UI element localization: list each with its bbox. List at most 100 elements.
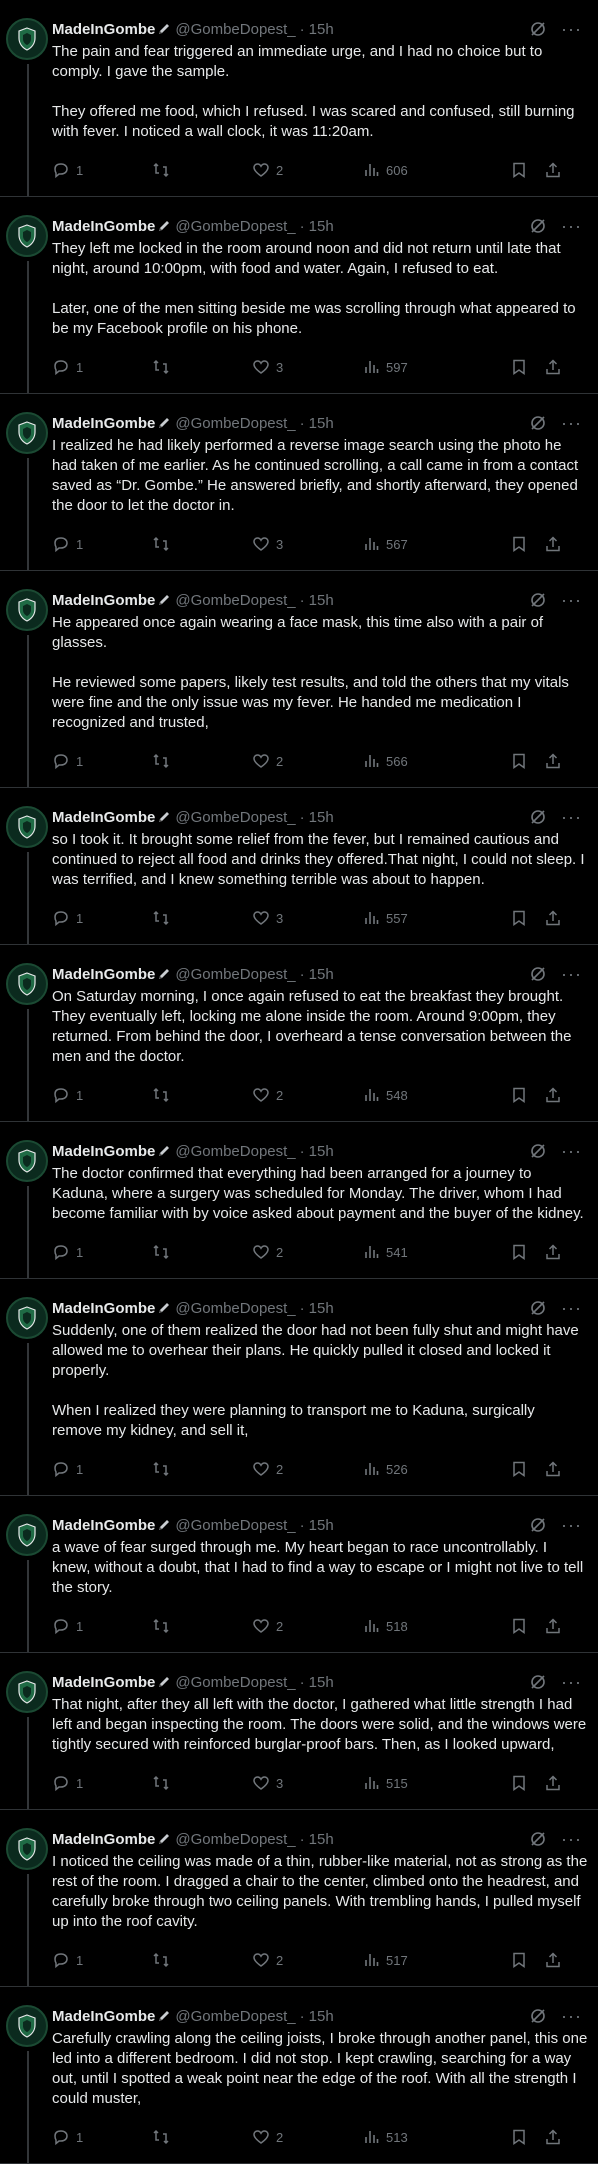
tweet[interactable]: MadeInGombe @GombeDopest_ · 15h ··· a wa…: [0, 1496, 598, 1653]
more-icon[interactable]: ···: [561, 1673, 582, 1691]
bookmark-button[interactable]: [510, 752, 544, 770]
tweet-timestamp[interactable]: 15h: [309, 218, 334, 235]
views-button[interactable]: 513: [362, 2128, 510, 2146]
author-name[interactable]: MadeInGombe: [52, 415, 155, 432]
tweet-timestamp[interactable]: 15h: [309, 966, 334, 983]
bookmark-button[interactable]: [510, 909, 544, 927]
bookmark-button[interactable]: [510, 161, 544, 179]
author-handle[interactable]: @GombeDopest_: [175, 2008, 295, 2025]
author-handle[interactable]: @GombeDopest_: [175, 1300, 295, 1317]
views-button[interactable]: 517: [362, 1951, 510, 1969]
avatar[interactable]: [6, 215, 48, 257]
grok-icon[interactable]: [529, 217, 547, 235]
grok-icon[interactable]: [529, 414, 547, 432]
bookmark-button[interactable]: [510, 1774, 544, 1792]
like-button[interactable]: 2: [252, 752, 362, 770]
author-name[interactable]: MadeInGombe: [52, 2008, 155, 2025]
author-name[interactable]: MadeInGombe: [52, 1143, 155, 1160]
author-handle[interactable]: @GombeDopest_: [175, 415, 295, 432]
share-button[interactable]: [544, 1951, 562, 1969]
like-button[interactable]: 2: [252, 1460, 362, 1478]
views-button[interactable]: 566: [362, 752, 510, 770]
bookmark-button[interactable]: [510, 358, 544, 376]
reply-button[interactable]: 1: [52, 752, 152, 770]
like-button[interactable]: 3: [252, 358, 362, 376]
avatar[interactable]: [6, 18, 48, 60]
tweet-timestamp[interactable]: 15h: [309, 1300, 334, 1317]
bookmark-button[interactable]: [510, 1951, 544, 1969]
reply-button[interactable]: 1: [52, 358, 152, 376]
avatar[interactable]: [6, 2005, 48, 2047]
tweet[interactable]: MadeInGombe @GombeDopest_ · 15h ··· He a…: [0, 571, 598, 788]
tweet[interactable]: MadeInGombe @GombeDopest_ · 15h ··· I re…: [0, 394, 598, 571]
retweet-button[interactable]: [152, 1086, 252, 1104]
bookmark-button[interactable]: [510, 1086, 544, 1104]
tweet-timestamp[interactable]: 15h: [309, 809, 334, 826]
bookmark-button[interactable]: [510, 1617, 544, 1635]
avatar[interactable]: [6, 1297, 48, 1339]
share-button[interactable]: [544, 909, 562, 927]
avatar[interactable]: [6, 1828, 48, 1870]
views-button[interactable]: 541: [362, 1243, 510, 1261]
views-button[interactable]: 526: [362, 1460, 510, 1478]
tweet[interactable]: MadeInGombe @GombeDopest_ · 15h ··· The …: [0, 0, 598, 197]
more-icon[interactable]: ···: [561, 1516, 582, 1534]
grok-icon[interactable]: [529, 20, 547, 38]
more-icon[interactable]: ···: [561, 20, 582, 38]
tweet[interactable]: MadeInGombe @GombeDopest_ · 15h ··· Sudd…: [0, 1279, 598, 1496]
share-button[interactable]: [544, 535, 562, 553]
tweet-timestamp[interactable]: 15h: [309, 1674, 334, 1691]
reply-button[interactable]: 1: [52, 1951, 152, 1969]
tweet-timestamp[interactable]: 15h: [309, 592, 334, 609]
retweet-button[interactable]: [152, 1617, 252, 1635]
like-button[interactable]: 2: [252, 161, 362, 179]
tweet-timestamp[interactable]: 15h: [309, 21, 334, 38]
more-icon[interactable]: ···: [561, 1299, 582, 1317]
tweet-timestamp[interactable]: 15h: [309, 1143, 334, 1160]
reply-button[interactable]: 1: [52, 1460, 152, 1478]
author-handle[interactable]: @GombeDopest_: [175, 21, 295, 38]
share-button[interactable]: [544, 1460, 562, 1478]
bookmark-button[interactable]: [510, 2128, 544, 2146]
author-name[interactable]: MadeInGombe: [52, 1517, 155, 1534]
views-button[interactable]: 548: [362, 1086, 510, 1104]
tweet[interactable]: MadeInGombe @GombeDopest_ · 15h ··· so I…: [0, 788, 598, 945]
like-button[interactable]: 2: [252, 2128, 362, 2146]
views-button[interactable]: 606: [362, 161, 510, 179]
avatar[interactable]: [6, 589, 48, 631]
like-button[interactable]: 3: [252, 909, 362, 927]
share-button[interactable]: [544, 161, 562, 179]
grok-icon[interactable]: [529, 965, 547, 983]
retweet-button[interactable]: [152, 1243, 252, 1261]
bookmark-button[interactable]: [510, 535, 544, 553]
grok-icon[interactable]: [529, 1830, 547, 1848]
bookmark-button[interactable]: [510, 1243, 544, 1261]
author-name[interactable]: MadeInGombe: [52, 966, 155, 983]
more-icon[interactable]: ···: [561, 1830, 582, 1848]
author-handle[interactable]: @GombeDopest_: [175, 1517, 295, 1534]
reply-button[interactable]: 1: [52, 161, 152, 179]
like-button[interactable]: 2: [252, 1951, 362, 1969]
views-button[interactable]: 597: [362, 358, 510, 376]
reply-button[interactable]: 1: [52, 1617, 152, 1635]
retweet-button[interactable]: [152, 1951, 252, 1969]
more-icon[interactable]: ···: [561, 217, 582, 235]
tweet[interactable]: MadeInGombe @GombeDopest_ · 15h ··· That…: [0, 1653, 598, 1810]
grok-icon[interactable]: [529, 1142, 547, 1160]
tweet-timestamp[interactable]: 15h: [309, 415, 334, 432]
more-icon[interactable]: ···: [561, 591, 582, 609]
avatar[interactable]: [6, 1514, 48, 1556]
share-button[interactable]: [544, 1774, 562, 1792]
share-button[interactable]: [544, 2128, 562, 2146]
retweet-button[interactable]: [152, 161, 252, 179]
retweet-button[interactable]: [152, 752, 252, 770]
reply-button[interactable]: 1: [52, 1774, 152, 1792]
like-button[interactable]: 3: [252, 535, 362, 553]
author-handle[interactable]: @GombeDopest_: [175, 1674, 295, 1691]
bookmark-button[interactable]: [510, 1460, 544, 1478]
grok-icon[interactable]: [529, 1673, 547, 1691]
reply-button[interactable]: 1: [52, 1243, 152, 1261]
share-button[interactable]: [544, 1243, 562, 1261]
like-button[interactable]: 3: [252, 1774, 362, 1792]
author-name[interactable]: MadeInGombe: [52, 1674, 155, 1691]
